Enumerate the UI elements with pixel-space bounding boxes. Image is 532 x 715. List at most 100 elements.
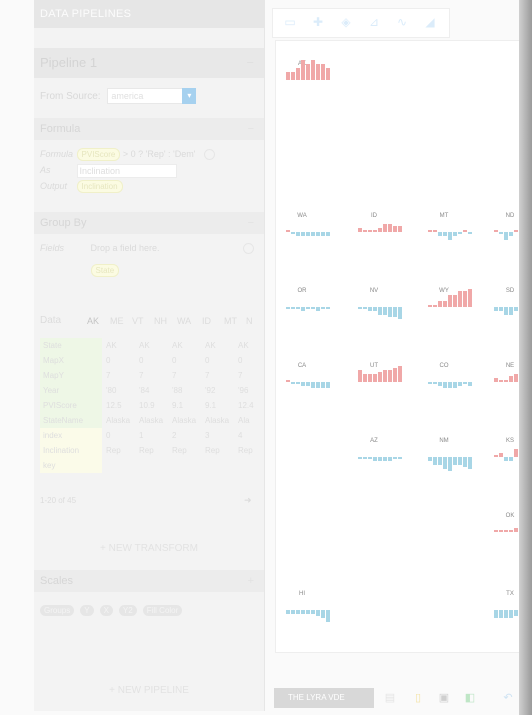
bar[interactable] [321, 307, 325, 309]
scale-pill[interactable]: Groups [40, 605, 75, 616]
bar[interactable] [398, 307, 402, 319]
bar[interactable] [316, 232, 320, 236]
bar[interactable] [514, 307, 518, 311]
bar[interactable] [388, 457, 392, 461]
bar[interactable] [428, 457, 432, 461]
bar[interactable] [458, 382, 462, 386]
bar[interactable] [458, 291, 462, 307]
rect-icon[interactable]: ▭ [283, 15, 297, 29]
bar[interactable] [494, 307, 498, 311]
group-field-pill[interactable]: State [90, 264, 120, 277]
bar[interactable] [378, 457, 382, 461]
bar[interactable] [321, 64, 325, 80]
bar[interactable] [448, 382, 452, 388]
bar[interactable] [398, 457, 402, 459]
bar[interactable] [301, 307, 305, 311]
bar[interactable] [428, 382, 432, 384]
bar[interactable] [438, 382, 442, 386]
bar[interactable] [443, 301, 447, 307]
bar[interactable] [291, 307, 295, 309]
bar[interactable] [428, 230, 432, 232]
bar[interactable] [448, 295, 452, 307]
bar[interactable] [509, 610, 513, 618]
bar[interactable] [494, 230, 498, 232]
bar[interactable] [458, 232, 462, 234]
bar[interactable] [499, 380, 503, 382]
bar[interactable] [499, 610, 503, 618]
new-pipeline-button[interactable]: + NEW PIPELINE [34, 685, 264, 696]
bar[interactable] [368, 457, 372, 459]
bar[interactable] [514, 449, 518, 457]
bar[interactable] [301, 382, 305, 386]
bar[interactable] [453, 382, 457, 388]
bar[interactable] [321, 232, 325, 236]
bar[interactable] [311, 232, 315, 236]
bar[interactable] [504, 380, 508, 382]
bar[interactable] [358, 228, 362, 232]
bar[interactable] [438, 457, 442, 465]
visualization-canvas[interactable]: AKWAIDMTNDORNVWYSDCAUTCONEAZNMKSOKHITX [275, 40, 532, 653]
bar[interactable] [296, 307, 300, 309]
bar[interactable] [311, 610, 315, 614]
bar[interactable] [286, 72, 290, 80]
bar[interactable] [433, 305, 437, 307]
bar[interactable] [358, 307, 362, 309]
bar[interactable] [301, 60, 305, 80]
bar[interactable] [286, 230, 290, 232]
bar[interactable] [326, 68, 330, 80]
bar[interactable] [398, 226, 402, 232]
bar[interactable] [378, 228, 382, 232]
bar[interactable] [316, 64, 320, 80]
bar[interactable] [443, 232, 447, 236]
formula-expression[interactable]: > 0 ? 'Rep' : 'Dem' [123, 149, 196, 159]
bar[interactable] [326, 307, 330, 309]
bar[interactable] [509, 530, 513, 532]
bar[interactable] [393, 457, 397, 459]
bar[interactable] [286, 307, 290, 309]
bar[interactable] [393, 307, 397, 317]
bar[interactable] [494, 378, 498, 382]
bar[interactable] [291, 610, 295, 614]
bar[interactable] [443, 382, 447, 388]
bar[interactable] [383, 457, 387, 461]
share-icon[interactable]: ◧ [464, 692, 476, 704]
bar[interactable] [453, 457, 457, 465]
bar[interactable] [296, 382, 300, 384]
bar[interactable] [383, 307, 387, 315]
bar[interactable] [321, 610, 325, 618]
bar[interactable] [326, 610, 330, 622]
bar[interactable] [296, 68, 300, 80]
collapse-formula-icon[interactable]: − [248, 118, 254, 140]
data-tab[interactable]: WA [177, 316, 191, 326]
bar[interactable] [509, 376, 513, 382]
bar[interactable] [306, 64, 310, 80]
bar[interactable] [468, 232, 472, 234]
path-icon[interactable]: ∿ [395, 15, 409, 29]
bar[interactable] [373, 307, 377, 311]
bar[interactable] [443, 457, 447, 469]
bar[interactable] [363, 457, 367, 459]
bar[interactable] [514, 374, 518, 382]
bar[interactable] [363, 374, 367, 382]
drop-zone[interactable]: Drop a field here. [91, 243, 160, 253]
bar[interactable] [368, 374, 372, 382]
chevron-down-icon[interactable]: ▾ [182, 88, 197, 105]
bar[interactable] [514, 230, 518, 232]
data-tab[interactable]: ID [202, 316, 211, 326]
scales-section-header[interactable]: Scales + [34, 570, 264, 592]
bar[interactable] [388, 224, 392, 232]
bar[interactable] [453, 232, 457, 236]
bar[interactable] [378, 372, 382, 382]
bar[interactable] [358, 370, 362, 382]
bar[interactable] [514, 528, 518, 532]
bar[interactable] [448, 232, 452, 240]
formula-section-header[interactable]: Formula − [34, 118, 264, 140]
bar[interactable] [433, 382, 437, 384]
bar[interactable] [433, 230, 437, 232]
source-select[interactable]: america ▾ [107, 88, 197, 105]
bar[interactable] [453, 295, 457, 307]
bar[interactable] [468, 382, 472, 386]
bar[interactable] [504, 610, 508, 618]
scale-pill[interactable]: Y2 [118, 605, 137, 616]
pipeline-title[interactable]: Pipeline 1 − [34, 48, 264, 78]
